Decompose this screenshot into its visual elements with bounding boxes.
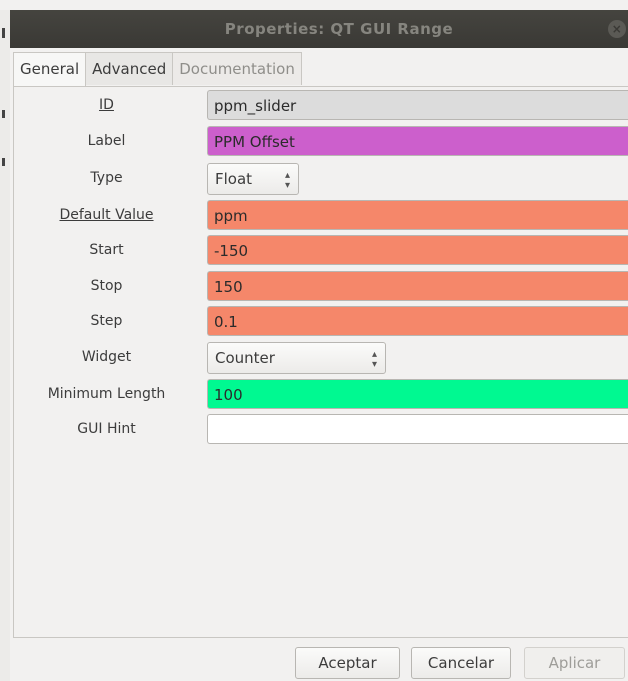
window-left-edge <box>0 10 10 681</box>
row-minimum-length: Minimum Length 100 <box>14 379 628 410</box>
row-label: Label PPM Offset <box>14 126 628 157</box>
tab-general[interactable]: General <box>13 52 87 87</box>
row-default-value: Default Value ppm <box>14 200 628 231</box>
cancel-button[interactable]: Cancelar <box>411 647 511 679</box>
chevron-up-down-icon: ▴ ▾ <box>284 170 290 191</box>
widget-select[interactable]: Counter ▴ ▾ <box>207 342 386 374</box>
minimum-length-label: Minimum Length <box>47 386 166 402</box>
start-field[interactable]: -150 <box>207 235 628 265</box>
widget-label: Widget <box>81 349 132 365</box>
general-panel: ID ppm_slider Label PPM Offset Type Floa… <box>13 86 628 638</box>
row-id: ID ppm_slider <box>14 90 628 121</box>
step-field[interactable]: 0.1 <box>207 306 628 336</box>
row-step: Step 0.1 <box>14 306 628 337</box>
widget-select-value: Counter <box>215 349 275 367</box>
edge-mark <box>2 158 5 166</box>
row-stop: Stop 150 <box>14 271 628 302</box>
accept-button[interactable]: Aceptar <box>295 647 400 679</box>
stop-field[interactable]: 150 <box>207 271 628 301</box>
default-value-label: Default Value <box>59 207 154 223</box>
edge-mark <box>2 110 5 118</box>
close-icon[interactable]: × <box>608 20 626 38</box>
title-bar[interactable]: Properties: QT GUI Range × <box>10 10 628 48</box>
label-field[interactable]: PPM Offset <box>207 126 628 156</box>
gui-hint-field[interactable] <box>207 414 628 444</box>
type-select[interactable]: Float ▴ ▾ <box>207 163 299 195</box>
edge-mark <box>2 28 5 38</box>
apply-button[interactable]: Aplicar <box>524 647 625 679</box>
type-select-value: Float <box>215 170 253 188</box>
type-label: Type <box>90 170 123 186</box>
minimum-length-field[interactable]: 100 <box>207 379 628 409</box>
row-widget: Widget Counter ▴ ▾ <box>14 342 628 374</box>
gui-hint-label: GUI Hint <box>77 421 136 437</box>
chevron-up-down-icon: ▴ ▾ <box>371 349 377 370</box>
id-label: ID <box>99 97 114 113</box>
window-title: Properties: QT GUI Range <box>224 20 454 38</box>
tab-advanced[interactable]: Advanced <box>85 52 174 85</box>
step-label: Step <box>90 313 123 329</box>
start-label: Start <box>89 242 124 258</box>
row-gui-hint: GUI Hint <box>14 414 628 445</box>
label-label: Label <box>87 133 126 149</box>
tab-documentation[interactable]: Documentation <box>172 52 302 85</box>
row-type: Type Float ▴ ▾ <box>14 163 628 195</box>
default-value-field[interactable]: ppm <box>207 200 628 230</box>
properties-dialog: Properties: QT GUI Range × General Advan… <box>0 0 628 681</box>
tab-bar: General Advanced Documentation <box>13 52 302 87</box>
id-field[interactable]: ppm_slider <box>207 90 628 120</box>
stop-label: Stop <box>90 278 123 294</box>
row-start: Start -150 <box>14 235 628 266</box>
